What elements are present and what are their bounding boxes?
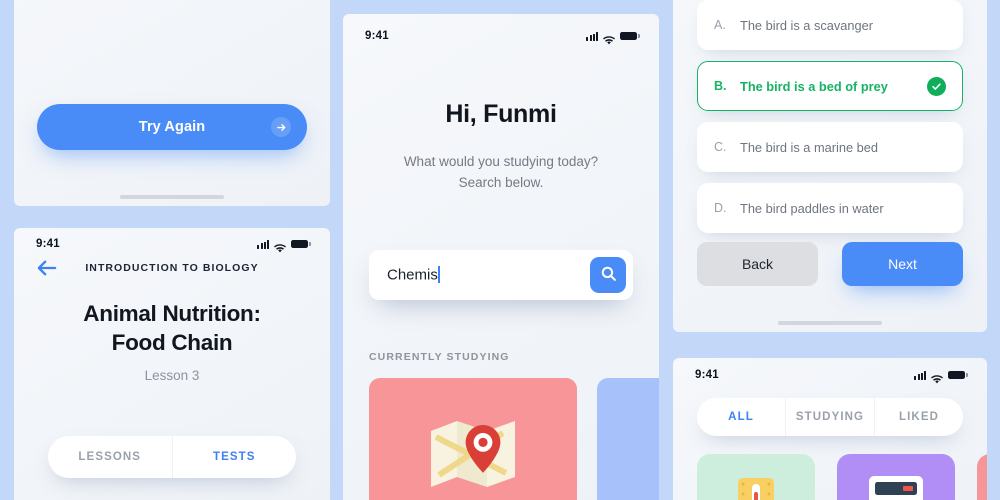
tab-lessons-label: LESSONS bbox=[78, 451, 142, 463]
tab-tests-label: TESTS bbox=[212, 451, 256, 463]
currently-studying-label: CURRENTLY STUDYING bbox=[369, 351, 510, 363]
lesson-screen-panel: 9:41 INTRODUCTION TO BIOLOGY Animal Nutr… bbox=[14, 228, 330, 500]
search-icon bbox=[600, 265, 617, 285]
tab-all[interactable]: ALL bbox=[697, 398, 785, 436]
map-icon bbox=[427, 415, 519, 491]
check-circle-icon bbox=[927, 76, 946, 96]
result-screen-panel: Try Again bbox=[14, 0, 330, 206]
quiz-option-d-text: The bird paddles in water bbox=[740, 200, 884, 216]
battery-icon bbox=[291, 239, 311, 249]
lesson-segmented-control: LESSONS TESTS bbox=[48, 436, 296, 478]
quiz-option-a-key: A. bbox=[714, 18, 726, 32]
wifi-icon bbox=[931, 371, 943, 383]
cellular-signal-icon bbox=[586, 31, 598, 41]
currently-studying-card-row bbox=[369, 378, 659, 500]
quiz-option-c-key: C. bbox=[714, 140, 727, 154]
status-time: 9:41 bbox=[695, 369, 719, 381]
status-bar: 9:41 bbox=[673, 358, 987, 383]
lesson-nav-row: INTRODUCTION TO BIOLOGY bbox=[14, 248, 330, 278]
quiz-option-b[interactable]: B. The bird is a bed of prey bbox=[697, 61, 963, 111]
search-input[interactable]: Chemis bbox=[387, 266, 590, 284]
quiz-button-row: Back Next bbox=[697, 242, 963, 286]
quiz-option-a[interactable]: A. The bird is a scavanger bbox=[697, 0, 963, 50]
arrow-right-icon bbox=[271, 117, 291, 137]
quiz-option-a-text: The bird is a scavanger bbox=[740, 17, 874, 33]
quiz-option-c[interactable]: C. The bird is a marine bed bbox=[697, 122, 963, 172]
lesson-title: Animal Nutrition: Food Chain bbox=[14, 299, 330, 357]
search-input-value: Chemis bbox=[387, 266, 438, 284]
text-caret bbox=[438, 266, 440, 284]
home-indicator bbox=[778, 320, 882, 325]
tab-lessons[interactable]: LESSONS bbox=[48, 436, 172, 478]
status-icons bbox=[914, 370, 968, 383]
thermometer-icon bbox=[731, 476, 781, 500]
tab-tests[interactable]: TESTS bbox=[171, 436, 297, 478]
status-bar: 9:41 bbox=[343, 14, 659, 44]
status-bar: 9:41 bbox=[14, 228, 330, 252]
try-again-container: Try Again bbox=[37, 104, 307, 150]
battery-icon bbox=[620, 31, 640, 41]
try-again-label: Try Again bbox=[138, 119, 206, 135]
status-icons bbox=[586, 31, 640, 44]
screenshot-stage: Try Again 9:41 INTRODUCTION TO BIOLOGY A… bbox=[0, 0, 1000, 500]
wifi-icon bbox=[603, 32, 615, 44]
home-indicator bbox=[120, 194, 224, 199]
search-bar[interactable]: Chemis bbox=[369, 250, 633, 300]
library-card-calculator[interactable] bbox=[837, 454, 955, 500]
status-time: 9:41 bbox=[365, 30, 389, 42]
greeting-subtitle-line-1: What would you studying today? bbox=[403, 154, 599, 169]
tab-liked[interactable]: LIKED bbox=[874, 398, 963, 436]
cellular-signal-icon bbox=[914, 370, 926, 380]
quiz-option-d[interactable]: D. The bird paddles in water bbox=[697, 183, 963, 233]
tab-studying[interactable]: STUDYING bbox=[785, 398, 874, 436]
study-card-secondary[interactable] bbox=[597, 378, 659, 500]
quiz-option-c-text: The bird is a marine bed bbox=[740, 139, 878, 155]
calculator-icon bbox=[867, 474, 925, 500]
greeting-subtitle-line-2: Search below. bbox=[458, 175, 544, 190]
library-tabbar: ALL STUDYING LIKED bbox=[697, 398, 963, 436]
lesson-title-line-2: Food Chain bbox=[111, 330, 233, 355]
quiz-options-list: A. The bird is a scavanger B. The bird i… bbox=[697, 0, 963, 244]
study-card-map[interactable] bbox=[369, 378, 577, 500]
next-button[interactable]: Next bbox=[842, 242, 963, 286]
quiz-option-b-text: The bird is a bed of prey bbox=[740, 78, 888, 94]
library-card-row bbox=[697, 454, 987, 500]
tab-all-label: ALL bbox=[728, 411, 754, 423]
tab-liked-label: LIKED bbox=[899, 411, 939, 423]
lesson-subtitle: Lesson 3 bbox=[144, 368, 200, 383]
library-card-third[interactable] bbox=[977, 454, 987, 500]
search-button[interactable] bbox=[590, 257, 626, 293]
quiz-option-d-key: D. bbox=[714, 201, 727, 215]
library-screen-panel: 9:41 ALL STUDYING LIKED bbox=[673, 358, 987, 500]
greeting-title: Hi, Funmi bbox=[445, 100, 557, 128]
greeting-subtitle: What would you studying today? Search be… bbox=[343, 151, 659, 193]
home-screen-panel: 9:41 Hi, Funmi What would you studying t… bbox=[343, 14, 659, 500]
back-button[interactable]: Back bbox=[697, 242, 818, 286]
lesson-nav-title: INTRODUCTION TO BIOLOGY bbox=[85, 262, 259, 274]
try-again-button[interactable]: Try Again bbox=[37, 104, 307, 150]
quiz-option-b-key: B. bbox=[714, 79, 727, 93]
lesson-title-line-1: Animal Nutrition: bbox=[83, 301, 261, 326]
quiz-screen-panel: A. The bird is a scavanger B. The bird i… bbox=[673, 0, 987, 332]
tab-studying-label: STUDYING bbox=[795, 411, 865, 423]
library-card-thermometer[interactable] bbox=[697, 454, 815, 500]
battery-icon bbox=[948, 370, 968, 380]
